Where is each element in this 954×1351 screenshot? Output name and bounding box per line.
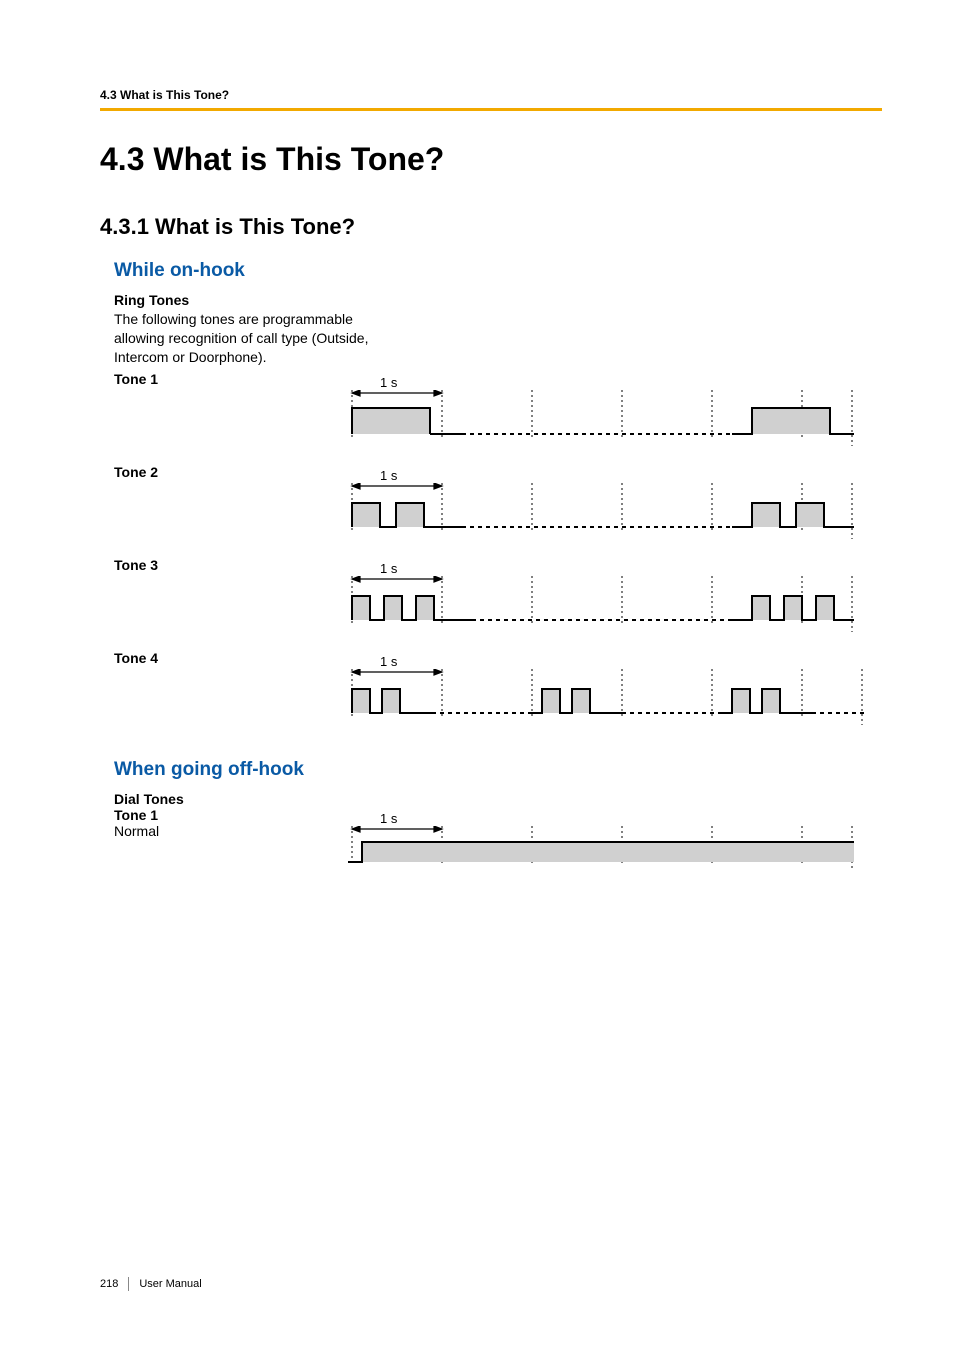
tone2-diagram <box>344 483 854 539</box>
ring-tones-heading: Ring Tones <box>114 292 882 308</box>
timebase-label: 1 s <box>344 654 882 669</box>
tone3-label: Tone 3 <box>114 557 158 573</box>
subsection-while-on-hook: While on-hook <box>114 260 882 282</box>
dialtone1-label: Tone 1 <box>114 807 344 823</box>
page-title: 4.3 What is This Tone? <box>100 141 882 178</box>
page-number: 218 <box>100 1278 118 1290</box>
tone4-label: Tone 4 <box>114 650 158 666</box>
page-footer: 218 User Manual <box>100 1277 202 1291</box>
tone1-diagram <box>344 390 854 446</box>
timebase-label: 1 s <box>344 468 882 483</box>
tone1-label: Tone 1 <box>114 371 158 387</box>
tone4-diagram <box>344 669 864 725</box>
dialtone1-diagram <box>344 826 854 870</box>
dial-tones-heading: Dial Tones <box>114 791 882 807</box>
tone3-diagram <box>344 576 854 632</box>
footer-divider <box>128 1277 129 1291</box>
ring-tones-desc: The following tones are programmable all… <box>114 310 374 367</box>
doc-title: User Manual <box>139 1278 201 1290</box>
header-rule <box>100 108 882 111</box>
section-title: 4.3.1 What is This Tone? <box>100 214 882 240</box>
tone2-label: Tone 2 <box>114 464 158 480</box>
subsection-when-going-off-hook: When going off-hook <box>114 759 882 781</box>
timebase-label: 1 s <box>344 375 882 390</box>
timebase-label: 1 s <box>344 811 882 826</box>
running-header: 4.3 What is This Tone? <box>100 88 882 102</box>
dialtone1-sublabel: Normal <box>114 823 344 839</box>
timebase-label: 1 s <box>344 561 882 576</box>
